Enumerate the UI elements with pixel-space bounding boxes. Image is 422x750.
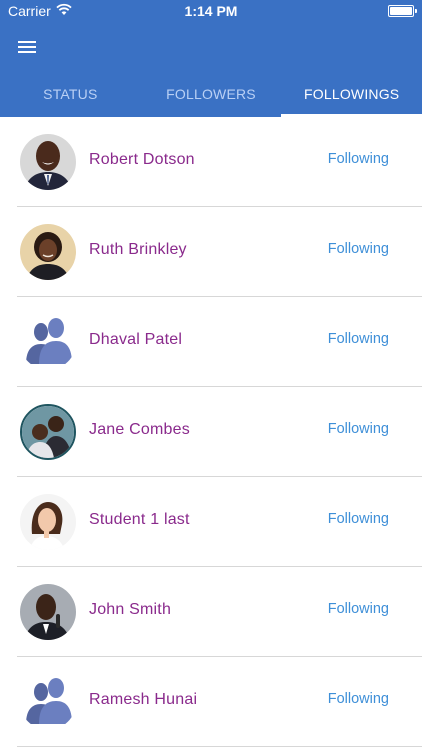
list-item[interactable]: Student 1 last Following (0, 477, 422, 567)
avatar (20, 584, 76, 640)
avatar (20, 134, 76, 190)
person-name[interactable]: John Smith (89, 601, 171, 619)
list-item[interactable]: Ruth Brinkley Following (0, 207, 422, 297)
person-name[interactable]: Student 1 last (89, 511, 190, 529)
following-button[interactable]: Following (328, 601, 389, 617)
avatar (20, 494, 76, 550)
person-name[interactable]: Ruth Brinkley (89, 241, 187, 259)
list-item[interactable]: Ramesh Hunai Following (0, 657, 422, 747)
person-name[interactable]: Ramesh Hunai (89, 691, 197, 709)
following-button[interactable]: Following (328, 511, 389, 527)
following-button[interactable]: Following (328, 421, 389, 437)
status-bar: Carrier 1:14 PM (0, 0, 422, 24)
following-button[interactable]: Following (328, 241, 389, 257)
placeholder-avatar-icon (20, 314, 76, 370)
person-name[interactable]: Jane Combes (89, 421, 190, 439)
following-button[interactable]: Following (328, 331, 389, 347)
tab-bar: STATUS FOLLOWERS FOLLOWINGS (0, 72, 422, 117)
list-item[interactable]: Dhaval Patel Following (0, 297, 422, 387)
person-name[interactable]: Dhaval Patel (89, 331, 182, 349)
following-button[interactable]: Following (328, 691, 389, 707)
row-divider (17, 746, 422, 747)
battery-icon (388, 5, 417, 17)
tab-followings[interactable]: FOLLOWINGS (281, 72, 422, 117)
avatar (20, 404, 76, 460)
placeholder-avatar-icon (20, 674, 76, 730)
tab-followers[interactable]: FOLLOWERS (141, 72, 282, 117)
following-button[interactable]: Following (328, 151, 389, 167)
tab-status[interactable]: STATUS (0, 72, 141, 117)
list-item[interactable]: Jane Combes Following (0, 387, 422, 477)
list-item[interactable]: Robert Dotson Following (0, 117, 422, 207)
clock: 1:14 PM (184, 3, 238, 19)
hamburger-menu-icon[interactable] (14, 36, 40, 56)
list-item[interactable]: John Smith Following (0, 567, 422, 657)
followings-list: Robert Dotson Following Ruth Brinkley Fo… (0, 117, 422, 747)
app-header: Carrier 1:14 PM STATUS FOLLOWERS FOLLOWI… (0, 0, 422, 117)
person-name[interactable]: Robert Dotson (89, 151, 195, 169)
avatar (20, 224, 76, 280)
